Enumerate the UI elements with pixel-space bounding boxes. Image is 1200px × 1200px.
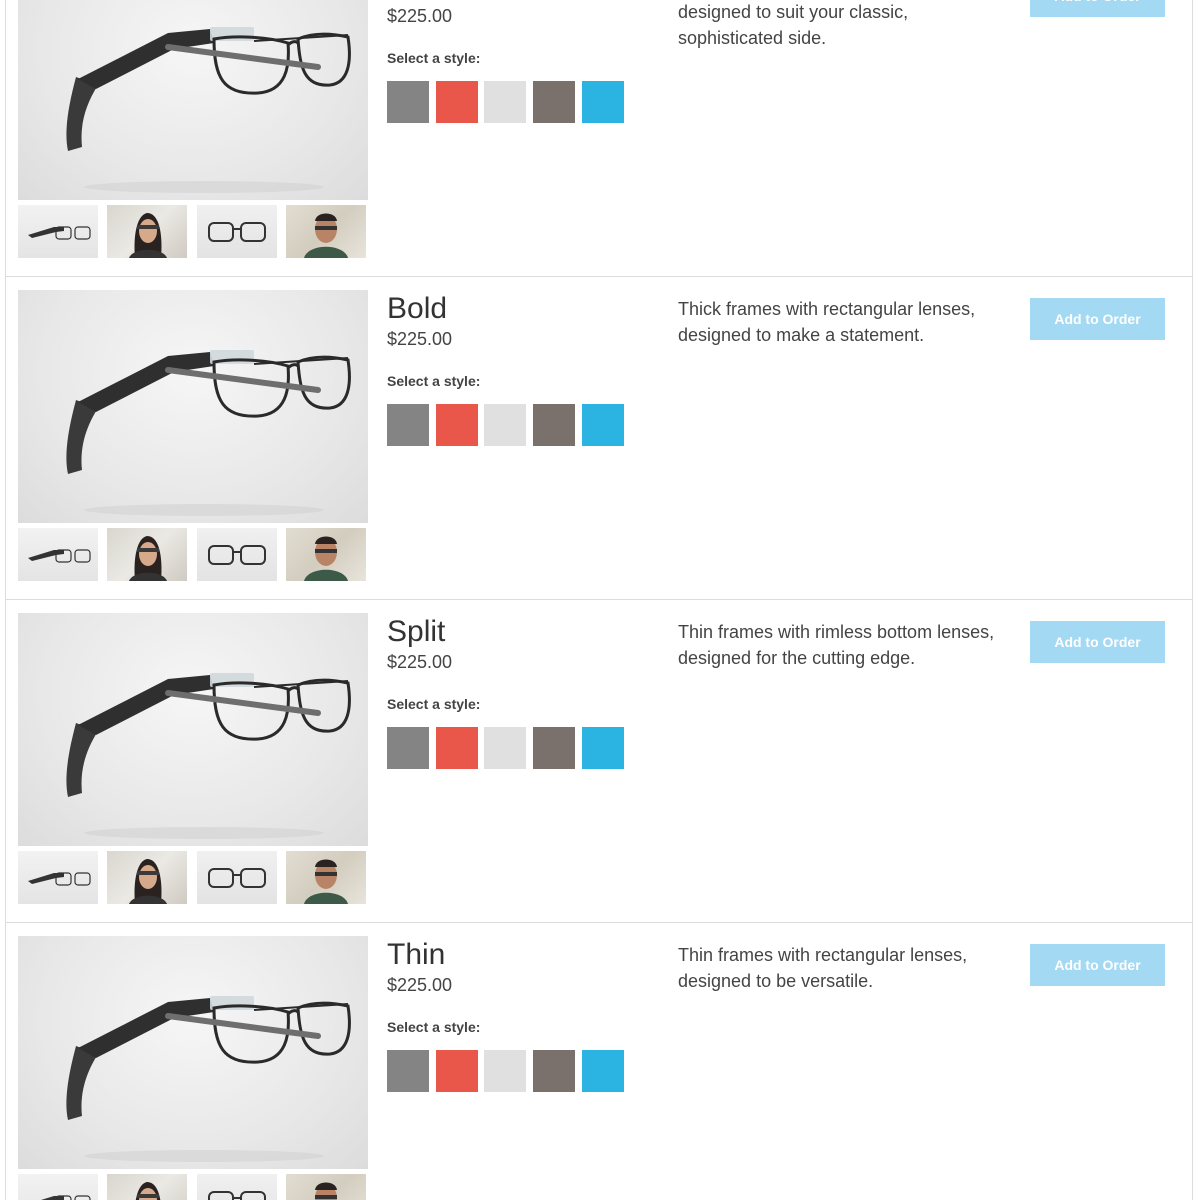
style-swatches xyxy=(387,81,647,123)
product-hero-image xyxy=(18,936,368,1169)
swatch-sky[interactable] xyxy=(582,81,624,123)
swatch-cotton[interactable] xyxy=(484,727,526,769)
thumbnail-strip xyxy=(18,851,368,904)
thumbnail-strip xyxy=(18,205,368,258)
product-description: Thick frames with round lenses, designed… xyxy=(678,2,909,48)
swatch-shale[interactable] xyxy=(533,404,575,446)
add-to-order-button[interactable]: Add to Order xyxy=(1030,0,1165,17)
swatch-charcoal[interactable] xyxy=(387,727,429,769)
swatch-cotton[interactable] xyxy=(484,81,526,123)
thumbnail-model-woman[interactable] xyxy=(107,528,187,581)
product-name: Split xyxy=(387,615,446,648)
thumbnail-model-woman[interactable] xyxy=(107,851,187,904)
product-description: Thick frames with rectangular lenses, de… xyxy=(678,299,976,345)
thumbnail-model-man[interactable] xyxy=(286,205,366,258)
style-swatches xyxy=(387,1050,647,1092)
swatch-tangerine[interactable] xyxy=(436,727,478,769)
product-price: $225.00 xyxy=(387,329,453,349)
product-name: Curve xyxy=(387,0,647,4)
swatch-charcoal[interactable] xyxy=(387,404,429,446)
product-info: Curve $225.00 Select a style: xyxy=(387,0,647,123)
glasses-illustration xyxy=(66,27,351,193)
product-hero-image xyxy=(18,0,368,200)
swatch-tangerine[interactable] xyxy=(436,1050,478,1092)
swatch-charcoal[interactable] xyxy=(387,81,429,123)
thumbnail-model-man[interactable] xyxy=(286,1174,366,1200)
product-name: Bold xyxy=(387,292,448,325)
swatch-shale[interactable] xyxy=(533,1050,575,1092)
product-price: $225.00 xyxy=(387,652,453,672)
thumbnail-side-view[interactable] xyxy=(18,851,98,904)
thumbnail-side-view[interactable] xyxy=(18,528,98,581)
product-list: Curve $225.00 Select a style: Thick fram… xyxy=(6,0,1192,1200)
swatch-sky[interactable] xyxy=(582,1050,624,1092)
product-card: Curve $225.00 Select a style: Thick fram… xyxy=(6,0,1192,277)
glasses-illustration xyxy=(66,350,351,516)
thumbnail-side-view[interactable] xyxy=(18,205,98,258)
product-price: $225.00 xyxy=(387,975,453,995)
thumbnail-front-view[interactable] xyxy=(197,851,277,904)
add-to-order-button[interactable]: Add to Order xyxy=(1030,621,1165,663)
swatch-sky[interactable] xyxy=(582,727,624,769)
swatch-shale[interactable] xyxy=(533,81,575,123)
swatch-shale[interactable] xyxy=(533,727,575,769)
swatch-cotton[interactable] xyxy=(484,404,526,446)
add-to-order-button[interactable]: Add to Order xyxy=(1030,298,1165,340)
thumbnail-model-woman[interactable] xyxy=(107,1174,187,1200)
thumbnail-front-view[interactable] xyxy=(197,528,277,581)
product-price: $225.00 xyxy=(387,6,453,26)
swatch-cotton[interactable] xyxy=(484,1050,526,1092)
swatch-tangerine[interactable] xyxy=(436,81,478,123)
swatch-tangerine[interactable] xyxy=(436,404,478,446)
style-label: Select a style: xyxy=(387,1019,481,1035)
thumbnail-front-view[interactable] xyxy=(197,1174,277,1200)
thumbnail-model-man[interactable] xyxy=(286,528,366,581)
style-label: Select a style: xyxy=(387,373,481,389)
product-info: Thin $225.00 Select a style: xyxy=(387,937,647,1092)
product-hero-image xyxy=(18,613,368,846)
product-info: Split $225.00 Select a style: xyxy=(387,614,647,769)
thumbnail-strip xyxy=(18,1174,368,1200)
product-name: Thin xyxy=(387,938,446,971)
thumbnail-strip xyxy=(18,528,368,581)
glasses-illustration xyxy=(66,996,351,1162)
swatch-charcoal[interactable] xyxy=(387,1050,429,1092)
product-description: Thin frames with rectangular lenses, des… xyxy=(678,945,968,991)
product-hero-image xyxy=(18,290,368,523)
thumbnail-model-man[interactable] xyxy=(286,851,366,904)
product-page: Curve $225.00 Select a style: Thick fram… xyxy=(5,0,1193,1200)
style-swatches xyxy=(387,727,647,769)
swatch-sky[interactable] xyxy=(582,404,624,446)
thumbnail-side-view[interactable] xyxy=(18,1174,98,1200)
product-card: Thin $225.00 Select a style: Thin frames… xyxy=(6,923,1192,1200)
style-label: Select a style: xyxy=(387,50,481,66)
thumbnail-front-view[interactable] xyxy=(197,205,277,258)
thumbnail-model-woman[interactable] xyxy=(107,205,187,258)
product-card: Bold $225.00 Select a style: Thick frame… xyxy=(6,277,1192,600)
glasses-illustration xyxy=(66,673,351,839)
product-card: Split $225.00 Select a style: Thin frame… xyxy=(6,600,1192,923)
add-to-order-button[interactable]: Add to Order xyxy=(1030,944,1165,986)
product-info: Bold $225.00 Select a style: xyxy=(387,291,647,446)
style-swatches xyxy=(387,404,647,446)
style-label: Select a style: xyxy=(387,696,481,712)
product-description: Thin frames with rimless bottom lenses, … xyxy=(678,622,995,668)
